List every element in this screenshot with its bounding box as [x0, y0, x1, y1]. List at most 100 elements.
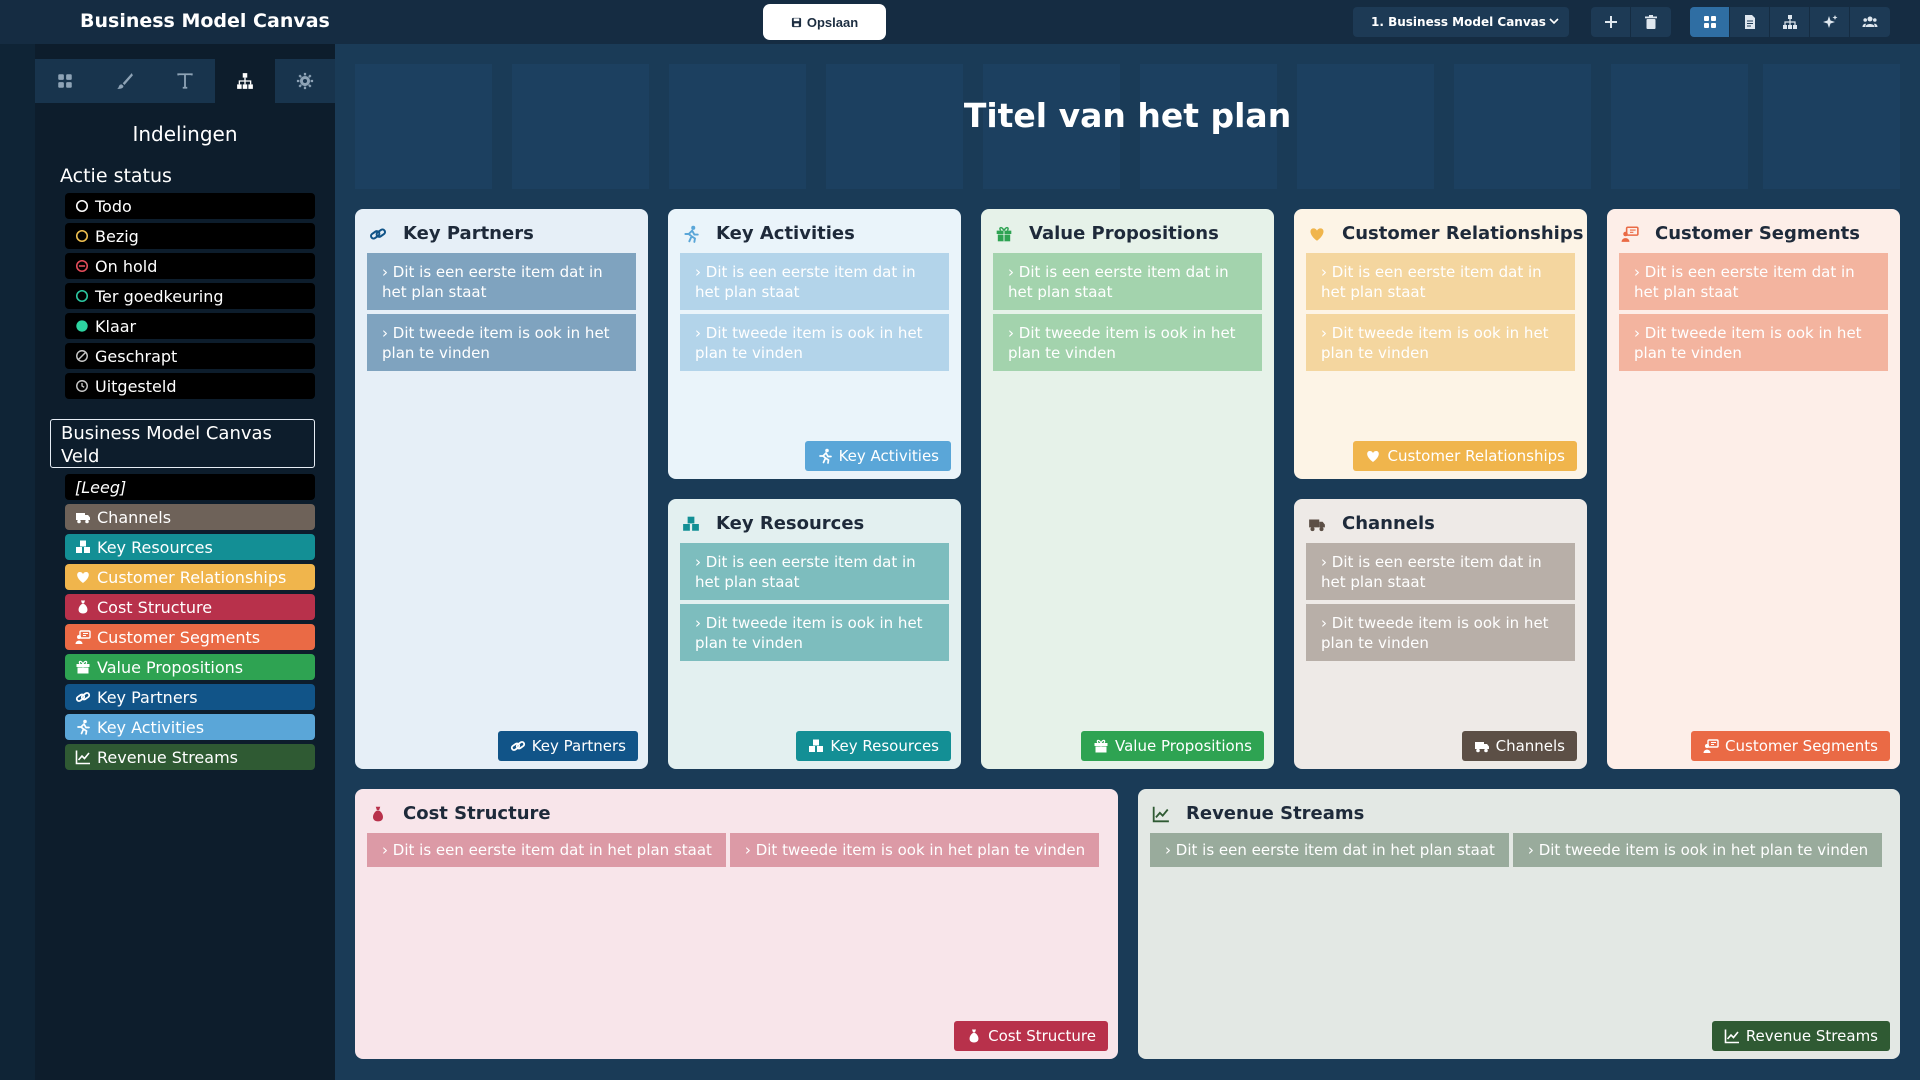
- field-item[interactable]: Revenue Streams: [65, 744, 315, 770]
- runner-icon: [77, 719, 90, 735]
- field-item[interactable]: Customer Segments: [65, 624, 315, 650]
- block-header: Key Resources: [682, 513, 864, 534]
- tab-blocks[interactable]: [35, 59, 95, 103]
- view-switcher: [1690, 7, 1890, 37]
- status-item[interactable]: Todo: [65, 193, 315, 219]
- field-item[interactable]: Channels: [65, 504, 315, 530]
- block-tag[interactable]: Value Propositions: [1081, 731, 1264, 761]
- gift-icon: [1094, 739, 1108, 753]
- plan-item[interactable]: › Dit tweede item is ook in het plan te …: [1512, 833, 1883, 867]
- tab-layouts[interactable]: [215, 59, 275, 103]
- block-value-propositions[interactable]: Value Propositions › Dit is een eerste it…: [981, 209, 1274, 769]
- tab-style[interactable]: [95, 59, 155, 103]
- block-tag[interactable]: Cost Structure: [954, 1021, 1108, 1051]
- title-row: Titel van het plan: [355, 64, 1900, 189]
- plan-item[interactable]: › Dit is een eerste item dat in het plan…: [680, 543, 949, 600]
- status-item[interactable]: Bezig: [65, 223, 315, 249]
- block-key-activities[interactable]: Key Activities › Dit is een eerste item d…: [668, 209, 961, 479]
- plan-item[interactable]: › Dit tweede item is ook in het plan te …: [729, 833, 1100, 867]
- field-heading[interactable]: Business Model Canvas Veld: [50, 419, 315, 468]
- field-item[interactable]: Value Propositions: [65, 654, 315, 680]
- add-plan-button[interactable]: [1591, 7, 1631, 37]
- field-label: Customer Relationships: [97, 567, 287, 587]
- plan-item[interactable]: › Dit is een eerste item dat in het plan…: [1150, 833, 1509, 867]
- block-tag[interactable]: Revenue Streams: [1711, 1021, 1890, 1051]
- tab-settings[interactable]: [275, 59, 335, 103]
- block-tag[interactable]: Customer Relationships: [1353, 441, 1577, 471]
- document-icon: [1744, 15, 1755, 29]
- field-item[interactable]: [Leeg]: [65, 474, 315, 500]
- block-tag[interactable]: Key Activities: [804, 441, 951, 471]
- plan-title[interactable]: Titel van het plan: [355, 96, 1900, 135]
- chevron-right-icon: ›: [382, 324, 393, 342]
- block-key-resources[interactable]: Key Resources › Dit is een eerste item da…: [668, 499, 961, 769]
- plan-item[interactable]: › Dit is een eerste item dat in het plan…: [367, 253, 636, 310]
- plan-item[interactable]: › Dit is een eerste item dat in het plan…: [1306, 253, 1575, 310]
- block-customer-segments[interactable]: Customer Segments › Dit is een eerste ite…: [1607, 209, 1900, 769]
- circle-outline-icon: [75, 289, 89, 303]
- plan-item[interactable]: › Dit tweede item is ook in het plan te …: [680, 604, 949, 661]
- block-tag[interactable]: Customer Segments: [1691, 731, 1890, 761]
- view-document-button[interactable]: [1730, 7, 1770, 37]
- block-items: › Dit is een eerste item dat in het plan…: [680, 253, 949, 375]
- plan-item[interactable]: › Dit tweede item is ook in het plan te …: [1619, 314, 1888, 371]
- block-tag[interactable]: Channels: [1461, 731, 1577, 761]
- status-item[interactable]: Klaar: [65, 313, 315, 339]
- status-item[interactable]: Uitgesteld: [65, 373, 315, 399]
- plan-item[interactable]: › Dit is een eerste item dat in het plan…: [1619, 253, 1888, 310]
- field-item[interactable]: Cost Structure: [65, 594, 315, 620]
- block-title: Cost Structure: [403, 803, 551, 824]
- block-tag-label: Customer Relationships: [1387, 447, 1565, 465]
- view-sitemap-button[interactable]: [1770, 7, 1810, 37]
- block-customer-relationships[interactable]: Customer Relationships › Dit is een eerst…: [1294, 209, 1587, 479]
- plan-item[interactable]: › Dit tweede item is ook in het plan te …: [367, 314, 636, 371]
- block-revenue-streams[interactable]: Revenue Streams › Dit is een eerste item …: [1138, 789, 1900, 1059]
- canvas: Titel van het plan Key Partners › Dit is …: [335, 44, 1920, 1080]
- delete-plan-button[interactable]: [1631, 7, 1671, 37]
- segments-icon: [1621, 225, 1639, 242]
- field-label: Value Propositions: [97, 657, 244, 677]
- block-channels[interactable]: Channels › Dit is een eerste item dat in …: [1294, 499, 1587, 769]
- status-label: Uitgesteld: [95, 376, 177, 396]
- tab-text[interactable]: [155, 59, 215, 103]
- circle-outline-icon: [75, 199, 89, 213]
- status-label: Geschrapt: [95, 346, 178, 366]
- block-key-partners[interactable]: Key Partners › Dit is een eerste item dat…: [355, 209, 648, 769]
- plan-item[interactable]: › Dit tweede item is ook in het plan te …: [680, 314, 949, 371]
- plan-item[interactable]: › Dit is een eerste item dat in het plan…: [1306, 543, 1575, 600]
- plan-item[interactable]: › Dit is een eerste item dat in het plan…: [993, 253, 1262, 310]
- view-users-button[interactable]: [1850, 7, 1890, 37]
- block-tag-label: Customer Segments: [1725, 737, 1878, 755]
- save-button[interactable]: Opslaan: [763, 4, 886, 40]
- view-grid-button[interactable]: [1690, 7, 1730, 37]
- view-ai-button[interactable]: [1810, 7, 1850, 37]
- text-icon: [177, 73, 193, 89]
- field-label: Key Activities: [97, 717, 205, 737]
- block-cost-structure[interactable]: Cost Structure › Dit is een eerste item d…: [355, 789, 1118, 1059]
- item-text: Dit tweede item is ook in het plan te vi…: [382, 324, 610, 362]
- plan-item[interactable]: › Dit is een eerste item dat in het plan…: [680, 253, 949, 310]
- field-label: Cost Structure: [97, 597, 213, 617]
- field-list: [Leeg] Channels Key Resources Customer Rela…: [65, 474, 315, 774]
- plan-item[interactable]: › Dit is een eerste item dat in het plan…: [367, 833, 726, 867]
- plan-select[interactable]: 1. Business Model Canvas: [1353, 7, 1569, 37]
- link-icon: [370, 227, 386, 240]
- status-label: Todo: [95, 196, 132, 216]
- field-item[interactable]: Key Activities: [65, 714, 315, 740]
- status-item[interactable]: Geschrapt: [65, 343, 315, 369]
- plan-item[interactable]: › Dit tweede item is ook in het plan te …: [1306, 314, 1575, 371]
- block-tag[interactable]: Key Resources: [796, 731, 951, 761]
- status-item[interactable]: On hold: [65, 253, 315, 279]
- block-tag[interactable]: Key Partners: [497, 731, 638, 761]
- field-item[interactable]: Key Partners: [65, 684, 315, 710]
- field-item[interactable]: Key Resources: [65, 534, 315, 560]
- plan-item[interactable]: › Dit tweede item is ook in het plan te …: [1306, 604, 1575, 661]
- field-label: Customer Segments: [97, 627, 261, 647]
- status-item[interactable]: Ter goedkeuring: [65, 283, 315, 309]
- plan-item[interactable]: › Dit tweede item is ook in het plan te …: [993, 314, 1262, 371]
- field-item[interactable]: Customer Relationships: [65, 564, 315, 590]
- users-icon: [1862, 16, 1878, 27]
- chevron-right-icon: ›: [1008, 263, 1019, 281]
- circle-minus-icon: [75, 259, 89, 273]
- chart-icon: [1724, 1029, 1739, 1044]
